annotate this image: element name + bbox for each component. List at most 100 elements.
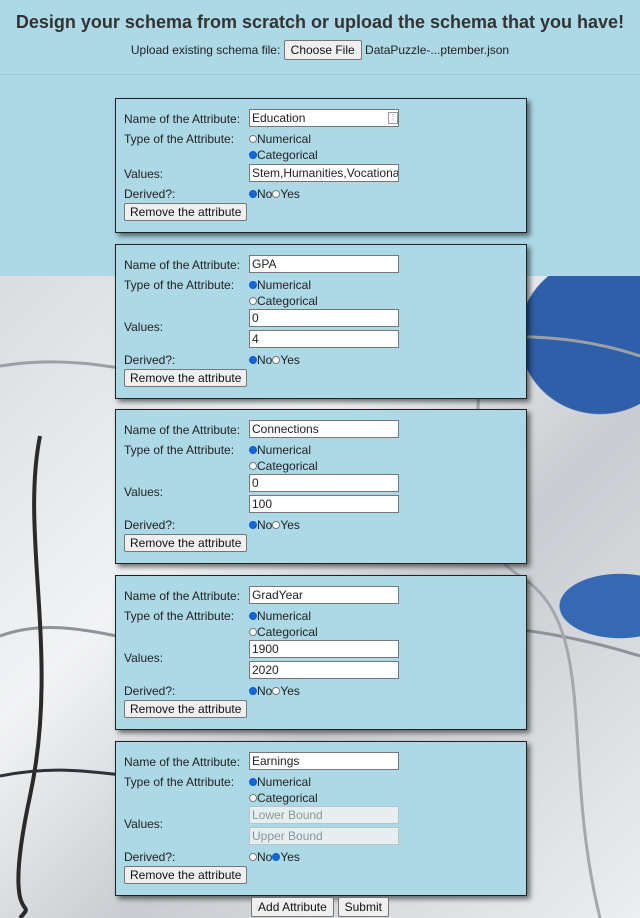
- attribute-card: Name of the Attribute: Connections Type of…: [115, 409, 527, 564]
- type-option-numerical[interactable]: Numerical: [249, 278, 311, 292]
- type-label: Type of the Attribute:: [124, 132, 235, 146]
- derived-yes-label: Yes: [280, 187, 300, 201]
- categorical-label: Categorical: [257, 148, 318, 162]
- values-label: Values:: [124, 651, 164, 665]
- categorical-radio[interactable]: [249, 461, 257, 470]
- derived-no-label: No: [257, 684, 273, 698]
- derived-no-radio[interactable]: [249, 852, 257, 861]
- type-option-numerical[interactable]: Numerical: [249, 775, 311, 789]
- derived-options: No Yes: [249, 684, 300, 698]
- upper-bound-input[interactable]: 100: [249, 495, 399, 513]
- page-title: Design your schema from scratch or uploa…: [15, 12, 625, 32]
- derived-no-radio[interactable]: [249, 189, 257, 198]
- numerical-label: Numerical: [257, 278, 312, 292]
- remove-attribute-button[interactable]: Remove the attribute: [124, 534, 248, 552]
- numerical-radio[interactable]: [249, 445, 257, 454]
- type-option-categorical[interactable]: Categorical: [249, 294, 318, 308]
- type-option-categorical[interactable]: Categorical: [249, 148, 318, 162]
- attribute-card: Name of the Attribute: Earnings Type of th…: [115, 741, 527, 896]
- footer-actions: Add Attribute Submit: [0, 897, 640, 917]
- derived-no-radio[interactable]: [249, 520, 257, 529]
- upper-bound-input[interactable]: 2020: [249, 661, 399, 679]
- remove-attribute-button[interactable]: Remove the attribute: [124, 700, 248, 718]
- type-option-numerical[interactable]: Numerical: [249, 132, 311, 146]
- attribute-card: Name of the Attribute: GPA Type of the Att…: [115, 244, 527, 399]
- upload-label: Upload existing schema file:: [130, 43, 281, 57]
- remove-attribute-button[interactable]: Remove the attribute: [124, 369, 248, 387]
- derived-label: Derived?:: [124, 353, 176, 367]
- categorical-radio[interactable]: [249, 793, 257, 802]
- derived-label: Derived?:: [124, 518, 176, 532]
- derived-no-label: No: [257, 187, 273, 201]
- submit-button[interactable]: Submit: [337, 897, 389, 917]
- attribute-name-input[interactable]: Connections: [249, 420, 399, 438]
- derived-options: No Yes: [249, 187, 300, 201]
- name-label: Name of the Attribute:: [124, 423, 241, 437]
- derived-yes-label: Yes: [280, 850, 300, 864]
- upload-row: Upload existing schema file: Choose File…: [0, 40, 640, 60]
- attribute-name-input[interactable]: Education: [249, 109, 399, 127]
- derived-label: Derived?:: [124, 684, 176, 698]
- derived-options: No Yes: [249, 850, 300, 864]
- categorical-label: Categorical: [257, 294, 318, 308]
- attribute-card: Name of the Attribute: Education ⋮ Type of …: [115, 98, 527, 233]
- values-label: Values:: [124, 320, 164, 334]
- derived-no-radio[interactable]: [249, 686, 257, 695]
- values-label: Values:: [124, 167, 164, 181]
- lower-bound-input[interactable]: 0: [249, 309, 399, 327]
- type-option-numerical[interactable]: Numerical: [249, 443, 311, 457]
- numerical-radio[interactable]: [249, 611, 257, 620]
- derived-options: No Yes: [249, 518, 300, 532]
- derived-yes-label: Yes: [280, 518, 300, 532]
- name-label: Name of the Attribute:: [124, 755, 241, 769]
- numerical-radio[interactable]: [249, 134, 257, 143]
- derived-no-label: No: [257, 850, 273, 864]
- type-label: Type of the Attribute:: [124, 775, 235, 789]
- remove-attribute-button[interactable]: Remove the attribute: [124, 203, 248, 221]
- name-label: Name of the Attribute:: [124, 589, 241, 603]
- autofill-icon: ⋮: [388, 112, 398, 124]
- attribute-name-input[interactable]: Earnings: [249, 752, 399, 770]
- upper-bound-input[interactable]: Upper Bound: [249, 827, 399, 845]
- remove-attribute-button[interactable]: Remove the attribute: [124, 866, 248, 884]
- numerical-label: Numerical: [257, 132, 312, 146]
- type-label: Type of the Attribute:: [124, 443, 235, 457]
- type-option-categorical[interactable]: Categorical: [249, 625, 318, 639]
- attribute-name-input[interactable]: GPA: [249, 255, 399, 273]
- numerical-label: Numerical: [257, 443, 312, 457]
- name-label: Name of the Attribute:: [124, 258, 241, 272]
- type-option-categorical[interactable]: Categorical: [249, 791, 318, 805]
- lower-bound-input[interactable]: 1900: [249, 640, 399, 658]
- choose-file-button[interactable]: Choose File: [283, 40, 362, 60]
- type-label: Type of the Attribute:: [124, 278, 235, 292]
- numerical-radio[interactable]: [249, 777, 257, 786]
- name-label: Name of the Attribute:: [124, 112, 241, 126]
- numerical-label: Numerical: [257, 609, 312, 623]
- categories-input[interactable]: Stem,Humanities,Vocationa: [249, 164, 399, 182]
- categorical-radio[interactable]: [249, 627, 257, 636]
- lower-bound-input[interactable]: 0: [249, 474, 399, 492]
- selected-file-name: DataPuzzle-...ptember.json: [365, 43, 510, 57]
- type-option-categorical[interactable]: Categorical: [249, 459, 318, 473]
- type-label: Type of the Attribute:: [124, 609, 235, 623]
- derived-no-label: No: [257, 518, 273, 532]
- derived-no-radio[interactable]: [249, 355, 257, 364]
- values-label: Values:: [124, 485, 164, 499]
- categorical-label: Categorical: [257, 791, 318, 805]
- derived-label: Derived?:: [124, 187, 176, 201]
- categorical-radio[interactable]: [249, 150, 257, 159]
- attribute-name-input[interactable]: GradYear: [249, 586, 399, 604]
- add-attribute-button[interactable]: Add Attribute: [251, 897, 334, 917]
- categorical-label: Categorical: [257, 625, 318, 639]
- derived-label: Derived?:: [124, 850, 176, 864]
- values-label: Values:: [124, 817, 164, 831]
- page-header: Design your schema from scratch or uploa…: [0, 0, 640, 75]
- derived-options: No Yes: [249, 353, 300, 367]
- numerical-radio[interactable]: [249, 280, 257, 289]
- upper-bound-input[interactable]: 4: [249, 330, 399, 348]
- categorical-radio[interactable]: [249, 296, 257, 305]
- derived-yes-label: Yes: [280, 684, 300, 698]
- lower-bound-input[interactable]: Lower Bound: [249, 806, 399, 824]
- type-option-numerical[interactable]: Numerical: [249, 609, 311, 623]
- categorical-label: Categorical: [257, 459, 318, 473]
